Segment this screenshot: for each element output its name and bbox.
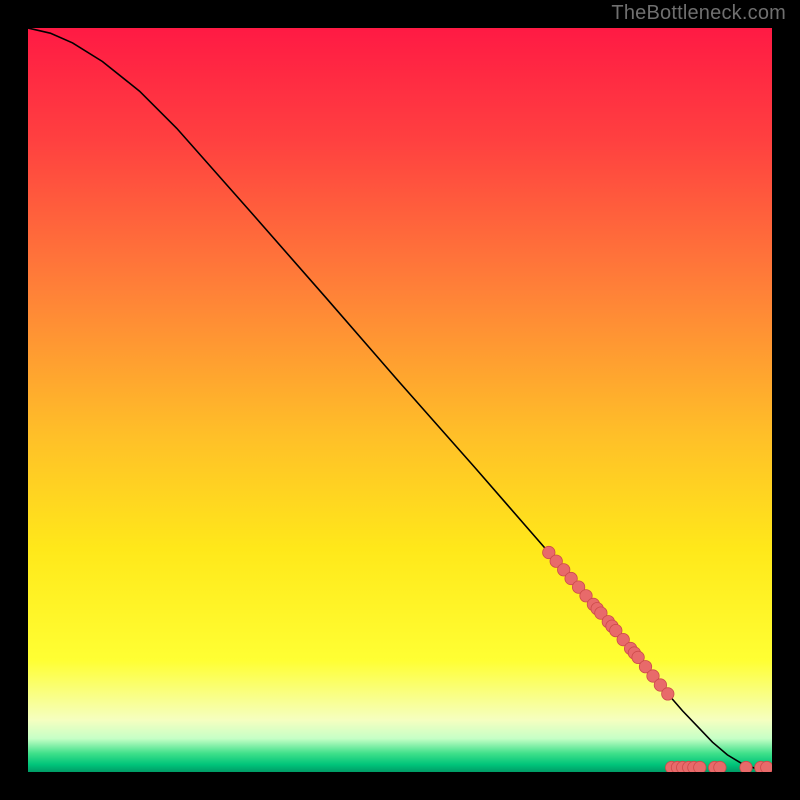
data-point-marker xyxy=(714,761,726,772)
chart-frame: TheBottleneck.com xyxy=(0,0,800,800)
attribution-label: TheBottleneck.com xyxy=(611,2,786,25)
data-point-marker xyxy=(662,688,674,700)
data-point-marker xyxy=(740,761,752,772)
gradient-background xyxy=(28,28,772,772)
plot-area xyxy=(28,28,772,772)
chart-svg xyxy=(28,28,772,772)
data-point-marker xyxy=(761,761,772,772)
data-point-marker xyxy=(694,761,706,772)
